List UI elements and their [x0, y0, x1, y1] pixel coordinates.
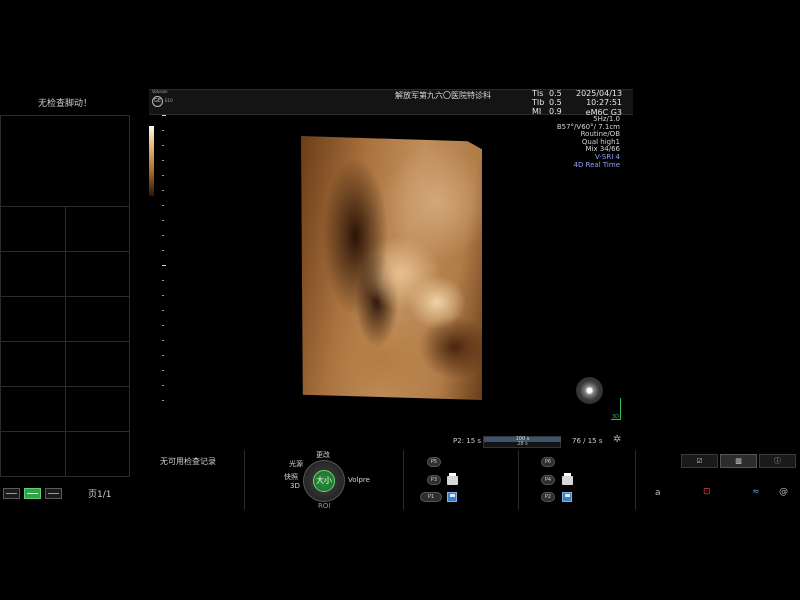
param-label: TIb: [532, 98, 545, 107]
depth-scale: [161, 115, 167, 415]
at-icon[interactable]: @: [779, 487, 788, 497]
no-exam-notice: 无检查脚动！: [37, 99, 92, 109]
info-line: 4D Real Time: [573, 160, 620, 169]
color-map-bar: [149, 126, 154, 196]
a-icon[interactable]: a: [655, 488, 661, 498]
depth-tick: [162, 205, 164, 206]
param-value: 0.5: [549, 98, 562, 107]
view-layout-buttons: [3, 488, 62, 499]
dial-label-roi[interactable]: ROI: [318, 502, 330, 510]
single-view-button[interactable]: [3, 488, 20, 499]
depth-tick: [162, 385, 164, 386]
model-label: E10: [165, 98, 173, 103]
depth-tick: [162, 400, 164, 401]
depth-tick: [162, 265, 166, 266]
depth-tick: [162, 190, 164, 191]
param-label: MI: [532, 107, 542, 116]
cine-bar-bottom: 28 s: [517, 441, 528, 447]
printer-icon[interactable]: [447, 473, 458, 485]
no-records-label: 无可用检查记录: [160, 457, 216, 466]
cine-left-label: P2: 15 s: [453, 437, 481, 445]
wifi-icon[interactable]: ≈: [752, 487, 760, 497]
page-indicator: 页1/1: [88, 490, 112, 500]
param-value: 0.5: [549, 89, 562, 98]
info-tab-icon[interactable]: ⓘ: [759, 454, 796, 468]
p5-button[interactable]: P5: [427, 457, 441, 467]
cine-right-label: 76 / 15 s: [572, 437, 603, 445]
cine-left-value: 15 s: [466, 437, 482, 445]
dial-center-size[interactable]: 大小: [313, 470, 335, 492]
date: 2025/04/13: [576, 89, 623, 98]
gear-icon[interactable]: ✲: [613, 434, 621, 445]
save-disk-icon[interactable]: [562, 492, 572, 502]
divider: [518, 450, 519, 510]
checklist-tab-icon[interactable]: ☑: [681, 454, 718, 468]
p1-button[interactable]: P1: [420, 492, 442, 502]
depth-tick: [162, 250, 164, 251]
date-time: 2025/04/13 10:27:51: [576, 89, 622, 107]
image-parameters: 5Hz/1.0 B57°/V60°/ 7.1cm Routine/OB Qual…: [540, 115, 620, 169]
printer-icon[interactable]: [562, 473, 573, 485]
depth-tick: [162, 370, 164, 371]
mode-tabs: ☑ ▥ ⓘ: [681, 454, 796, 468]
network-icon[interactable]: ⊡: [703, 487, 711, 497]
param-label: TIs: [532, 89, 544, 98]
chart-tab-icon[interactable]: ▥: [720, 454, 757, 468]
param-row: MI 0.9: [532, 107, 562, 116]
depth-tick: [162, 355, 164, 356]
thumbnail-grid: [0, 115, 130, 477]
cine-progress-bar[interactable]: 100 s 28 s: [483, 436, 561, 448]
depth-tick: [162, 160, 164, 161]
p4-button[interactable]: P4: [541, 475, 555, 485]
ge-logo-icon: GE: [152, 96, 163, 107]
depth-tick: [162, 220, 164, 221]
depth-tick: [162, 130, 164, 131]
dial-label-snapshot[interactable]: 快照: [284, 472, 298, 482]
depth-tick: [162, 235, 164, 236]
orientation-ball-icon[interactable]: [576, 377, 603, 404]
safety-indices: TIs 0.5 TIb 0.5 MI 0.9: [532, 89, 562, 116]
grid-line: [65, 206, 66, 476]
brand-label: Voluson: [152, 89, 168, 94]
depth-tick: [162, 295, 164, 296]
cine-left-prefix: P2:: [453, 437, 465, 445]
p3-button[interactable]: P3: [427, 475, 441, 485]
save-disk-icon[interactable]: [447, 492, 457, 502]
3d-render-image: [301, 136, 482, 400]
depth-tick: [162, 310, 164, 311]
depth-tick: [162, 280, 164, 281]
time: 10:27:51: [586, 98, 622, 107]
divider: [403, 450, 404, 510]
quad-view-button[interactable]: [45, 488, 62, 499]
depth-tick: [162, 145, 164, 146]
param-row: TIs 0.5: [532, 89, 562, 98]
axis-indicator-label: 3D: [612, 414, 620, 420]
dial-label-3d[interactable]: 3D: [290, 482, 300, 490]
divider: [244, 450, 245, 510]
divider: [635, 450, 636, 510]
dial-label-volpre[interactable]: Volpre: [348, 476, 370, 484]
hospital-name: 解放军第九六〇医院特诊科: [395, 91, 491, 100]
depth-tick: [162, 340, 164, 341]
dial-label-change[interactable]: 更改: [316, 450, 330, 460]
p2-button[interactable]: P2: [541, 492, 555, 502]
depth-tick: [162, 325, 164, 326]
ge-logo: Voluson GE E10: [152, 89, 174, 111]
depth-tick: [162, 175, 164, 176]
depth-tick: [162, 115, 166, 116]
dial-label-light[interactable]: 光源: [289, 459, 303, 469]
dual-view-button[interactable]: [24, 488, 41, 499]
param-row: TIb 0.5: [532, 98, 562, 107]
p6-button[interactable]: P6: [541, 457, 555, 467]
